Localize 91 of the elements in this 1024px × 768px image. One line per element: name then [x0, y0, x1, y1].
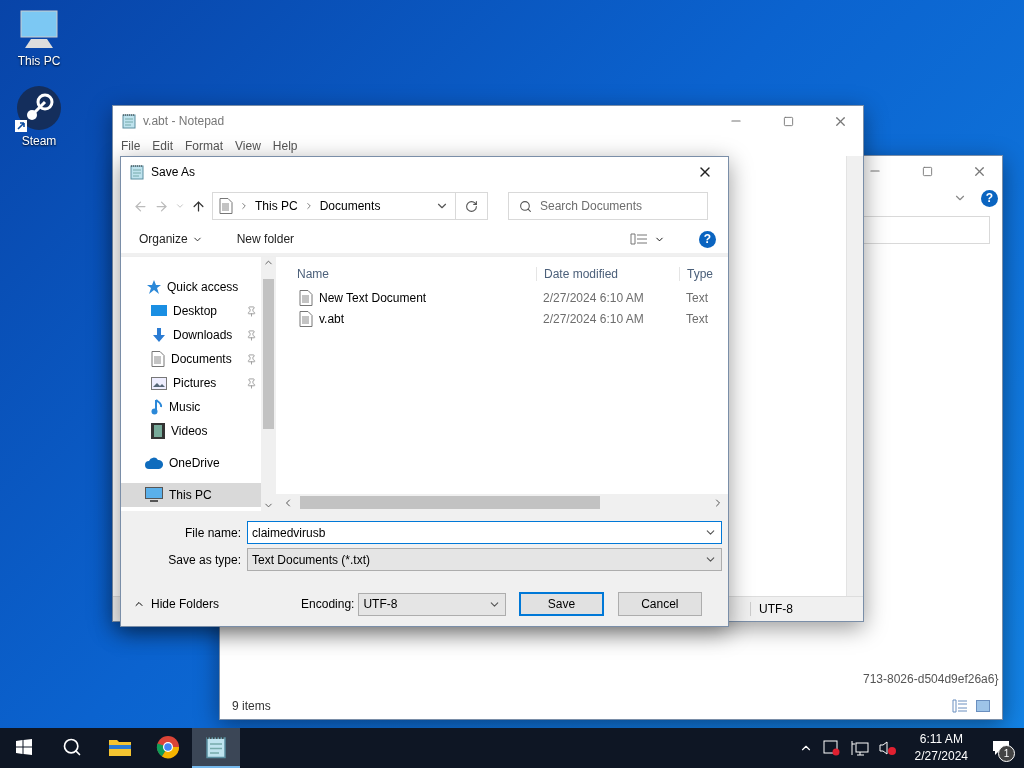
- film-icon: [151, 423, 165, 439]
- dialog-button[interactable]: Save: [519, 592, 604, 616]
- dialog-button[interactable]: Cancel: [617, 592, 702, 616]
- encoding-dropdown[interactable]: UTF-8: [358, 592, 507, 616]
- save-type-dropdown[interactable]: Text Documents (*.txt): [247, 548, 722, 571]
- cloud-icon: [145, 457, 163, 469]
- refresh-button[interactable]: [456, 192, 488, 220]
- notepad-icon: [121, 113, 137, 129]
- text-file-icon: [299, 289, 313, 306]
- nav-item[interactable]: Downloads: [121, 323, 261, 347]
- status-text: 9 items: [232, 699, 272, 713]
- hide-folders-button[interactable]: Hide Folders: [133, 597, 302, 611]
- pin-icon[interactable]: [246, 305, 257, 317]
- music-note-icon: [151, 399, 163, 415]
- organize-button[interactable]: Organize: [133, 228, 209, 250]
- pin-icon[interactable]: [246, 353, 257, 365]
- notepad-icon: [129, 164, 145, 180]
- new-folder-button[interactable]: New folder: [230, 228, 301, 250]
- windows-logo-icon: [16, 739, 32, 755]
- computer-icon: [145, 487, 163, 503]
- pin-icon[interactable]: [246, 377, 257, 389]
- view-options-icon[interactable]: [630, 233, 648, 245]
- chrome-logo-icon: [156, 735, 180, 759]
- type-cell-text: Text: [685, 290, 709, 305]
- encoding-label: Encoding:: [301, 597, 355, 611]
- column-header[interactable]: Name: [276, 267, 536, 281]
- file-name-cell[interactable]: New Text Document: [276, 289, 536, 306]
- pin-icon[interactable]: [246, 329, 257, 341]
- menu-item[interactable]: View: [229, 139, 267, 153]
- file-name-field[interactable]: claimedvirusb: [247, 521, 722, 544]
- menu-item[interactable]: File: [115, 139, 147, 153]
- folder-icon: [109, 738, 131, 756]
- forward-icon[interactable]: [154, 198, 169, 214]
- help-icon[interactable]: ?: [981, 189, 998, 207]
- breadcrumb-item[interactable]: Documents: [319, 199, 381, 213]
- search-icon: [62, 737, 82, 757]
- thumbnail-view-icon[interactable]: [976, 700, 990, 712]
- menu-item[interactable]: Edit: [146, 139, 180, 153]
- up-icon[interactable]: [191, 198, 206, 214]
- notepad-icon: [204, 735, 228, 759]
- steam-logo-icon: [15, 86, 63, 132]
- date-cell-text: 2/27/2024 6:10 AM: [542, 311, 645, 326]
- notification-button[interactable]: 1: [986, 733, 1016, 763]
- search-icon: [519, 199, 532, 213]
- nav-item[interactable]: Music: [121, 395, 261, 419]
- document-icon: [151, 351, 165, 367]
- field-label: Save as type:: [167, 552, 242, 567]
- encoding-text: UTF-8: [750, 602, 863, 616]
- column-header[interactable]: Date modified: [536, 267, 679, 281]
- search-field[interactable]: Search Documents: [508, 192, 708, 220]
- file-name-cell[interactable]: v.abt: [276, 310, 536, 327]
- date-cell-text: 2/27/2024 6:10 AM: [542, 290, 645, 305]
- column-header[interactable]: Type: [679, 267, 728, 281]
- dialog-title: Save As: [151, 165, 197, 179]
- nav-item[interactable]: Videos: [121, 419, 261, 443]
- nav-item[interactable]: This PC: [121, 483, 261, 507]
- maximize-icon[interactable]: [921, 165, 933, 177]
- scroll-bar[interactable]: [276, 494, 728, 511]
- download-icon: [151, 327, 167, 343]
- nav-item[interactable]: OneDrive: [121, 451, 261, 475]
- nav-item[interactable]: Desktop: [121, 299, 261, 323]
- document-icon: [219, 198, 233, 214]
- maximize-icon[interactable]: [782, 115, 794, 127]
- refresh-icon: [465, 199, 478, 213]
- taskbar-button[interactable]: [192, 728, 240, 768]
- menu-item[interactable]: Help: [266, 139, 304, 153]
- help-icon[interactable]: ?: [699, 230, 716, 248]
- nav-item[interactable]: Pictures: [121, 371, 261, 395]
- star-icon: [145, 279, 161, 295]
- image-icon: [151, 376, 167, 390]
- nav-item[interactable]: Documents: [121, 347, 261, 371]
- type-cell-text: Text: [685, 311, 709, 326]
- field-label: File name:: [183, 525, 242, 540]
- monitor-icon: [151, 304, 167, 318]
- muted-speaker-icon[interactable]: [878, 740, 897, 756]
- back-icon[interactable]: [133, 198, 148, 214]
- clock[interactable]: 6:11 AM 2/27/2024: [914, 731, 968, 765]
- desktop-icon-label[interactable]: This PC: [17, 54, 61, 68]
- window-title: v.abt - Notepad: [143, 114, 226, 128]
- path-text: 713-8026-d504d9ef26a6}: [863, 672, 999, 686]
- scroll-bar[interactable]: [846, 156, 863, 596]
- network-icon[interactable]: [850, 740, 869, 756]
- menu-item[interactable]: Format: [179, 139, 230, 153]
- desktop-icon-label[interactable]: Steam: [21, 134, 57, 148]
- chevron-right-icon: [239, 201, 249, 211]
- details-view-icon[interactable]: [952, 699, 968, 713]
- notification-count: 1: [998, 745, 1015, 762]
- nav-item[interactable]: Quick access: [121, 275, 261, 299]
- text-file-icon: [299, 310, 313, 327]
- breadcrumb-item[interactable]: This PC: [255, 199, 298, 213]
- address-bar[interactable]: This PC Documents: [212, 192, 456, 220]
